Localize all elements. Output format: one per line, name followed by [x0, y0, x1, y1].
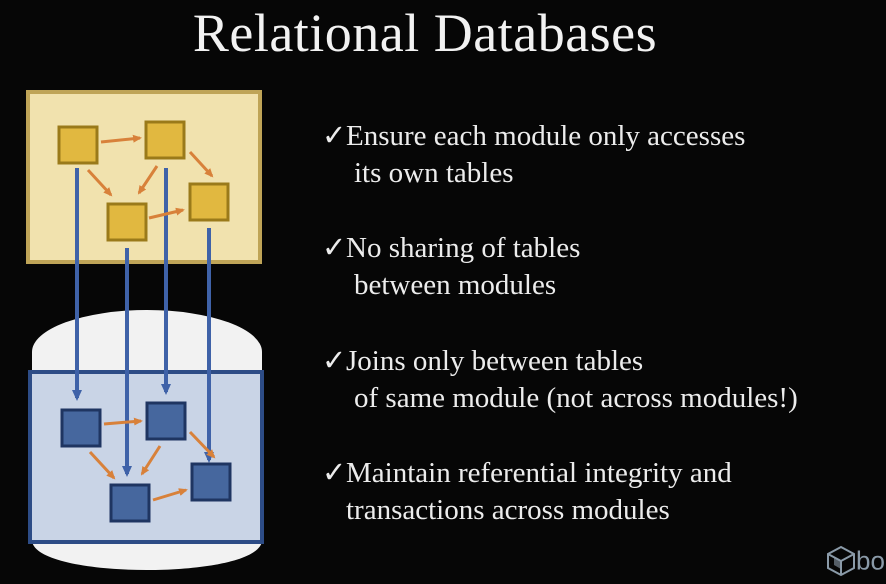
- db-table-4: [190, 462, 232, 502]
- bullet-text-line2: between modules: [354, 269, 557, 301]
- bullet-text-line1: Ensure each module only accesses: [346, 120, 746, 152]
- bullet-text-line2: of same module (not across modules!): [354, 382, 798, 414]
- checkmark-icon: ✓: [322, 457, 347, 489]
- bullet-item: ✓Joins only between tables of same modul…: [322, 343, 798, 417]
- bullet-text-line1: No sharing of tables: [346, 232, 581, 264]
- bullet-item: ✓Maintain referential integrity and tran…: [322, 455, 732, 529]
- checkmark-icon: ✓: [322, 120, 347, 152]
- bullet-text-line1: Maintain referential integrity and: [346, 457, 732, 489]
- module-component-2: [144, 120, 186, 160]
- bullet-item: ✓No sharing of tables between modules: [322, 230, 580, 304]
- db-table-3: [109, 483, 151, 523]
- brand-logo-text: bo: [856, 545, 885, 576]
- module-component-3: [106, 202, 148, 242]
- module-to-database-diagram: [26, 90, 264, 570]
- bullet-text-line2: transactions across modules: [346, 494, 670, 526]
- bullet-item: ✓Ensure each module only accesses its ow…: [322, 118, 745, 192]
- cube-icon: [827, 545, 855, 577]
- bullet-text-line2: its own tables: [354, 157, 514, 189]
- db-table-1: [60, 408, 102, 448]
- bullet-text-line1: Joins only between tables: [346, 345, 644, 377]
- module-component-4: [188, 182, 230, 222]
- checkmark-icon: ✓: [322, 345, 347, 377]
- brand-logo: bo: [826, 544, 885, 578]
- db-table-2: [145, 401, 187, 441]
- module-component-1: [57, 125, 99, 165]
- checkmark-icon: ✓: [322, 232, 347, 264]
